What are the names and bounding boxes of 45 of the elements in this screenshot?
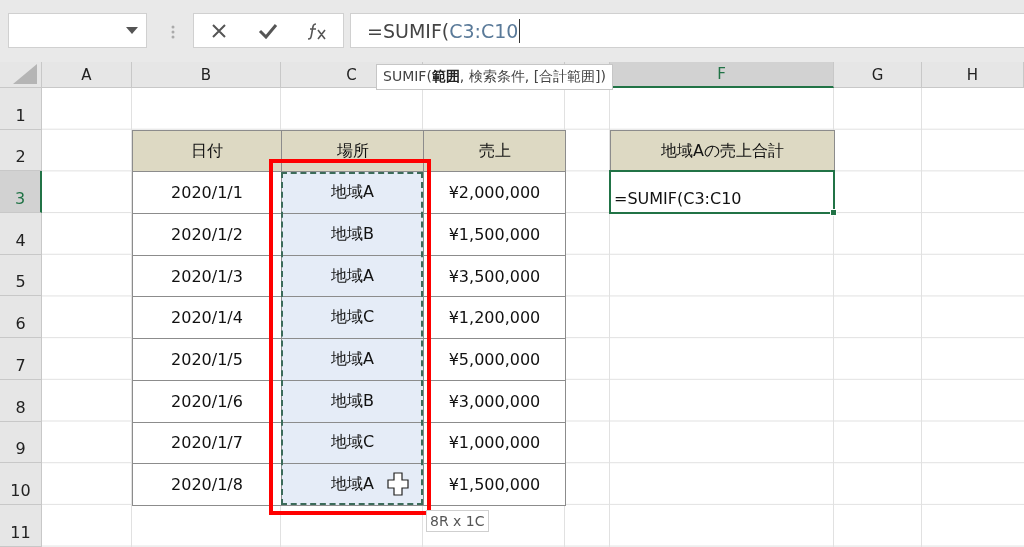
table-cell: ¥1,500,000 bbox=[423, 463, 566, 506]
column-header[interactable]: B bbox=[132, 62, 281, 88]
table-header: 売上 bbox=[423, 129, 566, 173]
row-header[interactable]: 10 bbox=[0, 463, 42, 505]
table-cell: 地域A bbox=[281, 338, 424, 381]
table-cell: 2020/1/1 bbox=[132, 171, 282, 215]
close-icon[interactable] bbox=[210, 22, 227, 39]
row-header[interactable]: 5 bbox=[0, 254, 42, 297]
row-header[interactable]: 8 bbox=[0, 379, 42, 422]
formula-bar[interactable]: =SUMIF(C3:C10 bbox=[350, 13, 1024, 48]
table-cell: ¥1,200,000 bbox=[423, 296, 566, 340]
table-header: 日付 bbox=[132, 129, 282, 173]
table-cell: ¥2,000,000 bbox=[423, 171, 566, 215]
column-header[interactable]: H bbox=[922, 62, 1024, 88]
range-size-tooltip: 8R x 1C bbox=[426, 509, 489, 532]
table-cell: ¥1,500,000 bbox=[423, 213, 566, 256]
row-header[interactable]: 3 bbox=[0, 171, 42, 214]
check-icon[interactable] bbox=[258, 22, 279, 39]
table-cell: ¥5,000,000 bbox=[423, 338, 566, 381]
table-cell: ¥3,000,000 bbox=[423, 379, 566, 423]
row-header[interactable]: 7 bbox=[0, 338, 42, 380]
active-cell[interactable]: =SUMIF(C3:C10 bbox=[609, 170, 835, 215]
table-cell: 2020/1/8 bbox=[132, 463, 282, 506]
table-cell: 2020/1/2 bbox=[132, 213, 282, 256]
column-header[interactable]: F bbox=[610, 62, 834, 88]
row-header[interactable]: 4 bbox=[0, 213, 42, 255]
row-header[interactable]: 2 bbox=[0, 129, 42, 172]
row-header[interactable]: 9 bbox=[0, 421, 42, 464]
plus-cursor-icon bbox=[387, 472, 409, 497]
table-cell: 2020/1/4 bbox=[132, 296, 282, 340]
function-tooltip: SUMIF(範囲, 検索条件, [合計範囲]) bbox=[376, 64, 614, 90]
column-header[interactable]: G bbox=[834, 62, 922, 88]
table-cell: 2020/1/6 bbox=[132, 379, 282, 423]
table-cell: 2020/1/5 bbox=[132, 338, 282, 381]
table-header: 地域Aの売上合計 bbox=[610, 129, 835, 173]
table-cell: 地域B bbox=[281, 379, 424, 423]
grip-icon bbox=[171, 25, 175, 39]
row-header[interactable]: 6 bbox=[0, 296, 42, 339]
dropdown-icon[interactable] bbox=[126, 27, 138, 34]
table-cell: 地域A bbox=[281, 171, 424, 215]
table-cell: 地域C bbox=[281, 296, 424, 340]
column-header[interactable]: A bbox=[42, 62, 132, 88]
row-header[interactable]: 11 bbox=[0, 504, 42, 547]
table-cell: 地域B bbox=[281, 213, 424, 256]
row-header[interactable]: 1 bbox=[0, 88, 42, 130]
